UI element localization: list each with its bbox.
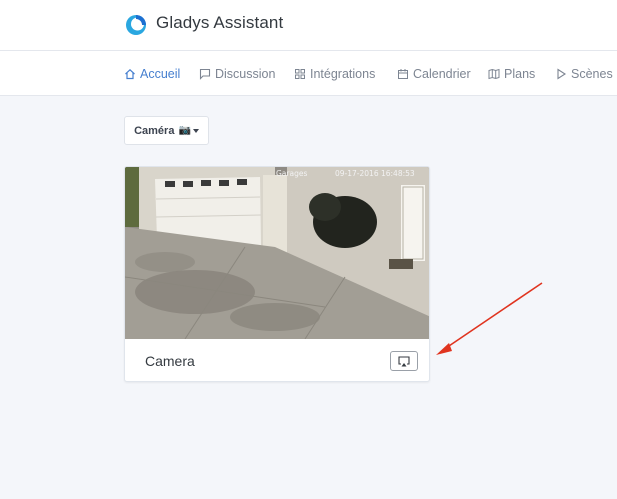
- nav-item-scenes[interactable]: Scènes: [555, 51, 613, 95]
- gladys-logo-icon: [126, 15, 146, 35]
- camera-dropdown-button[interactable]: Caméra 📷: [124, 116, 209, 145]
- main-navigation: Accueil Discussion Intégrations Calendri…: [0, 51, 617, 96]
- camera-dropdown-label: Caméra: [134, 124, 175, 137]
- airplay-button[interactable]: [390, 351, 418, 371]
- nav-label: Accueil: [140, 66, 181, 81]
- chat-icon: [199, 68, 211, 80]
- camera-timestamp-overlay: 09-17-2016 16:48:53: [335, 169, 415, 178]
- camera-feed-image[interactable]: [125, 167, 430, 339]
- camera-card: Garages 09-17-2016 16:48:53 Camera: [124, 166, 430, 382]
- nav-label: Intégrations: [310, 66, 376, 81]
- camera-card-title: Camera: [145, 353, 195, 369]
- nav-label: Discussion: [215, 66, 276, 81]
- nav-item-integrations[interactable]: Intégrations: [294, 51, 376, 95]
- nav-label: Scènes: [571, 66, 613, 81]
- nav-label: Calendrier: [413, 66, 471, 81]
- nav-item-plans[interactable]: Plans: [488, 51, 536, 95]
- home-icon: [125, 68, 135, 79]
- grid-icon: [295, 68, 305, 79]
- brand-name[interactable]: Gladys Assistant: [156, 13, 283, 33]
- caret-down-icon: [192, 128, 199, 133]
- calendar-icon: [398, 68, 408, 79]
- nav-label: Plans: [504, 66, 536, 81]
- map-icon: [488, 68, 500, 79]
- camera-emoji-icon: 📷: [178, 125, 191, 136]
- nav-item-accueil[interactable]: Accueil: [124, 51, 181, 95]
- nav-item-calendrier[interactable]: Calendrier: [397, 51, 471, 95]
- camera-location-overlay: Garages: [276, 169, 308, 178]
- airplay-icon: [398, 355, 410, 366]
- play-icon: [557, 67, 567, 80]
- nav-item-discussion[interactable]: Discussion: [199, 51, 276, 95]
- top-header: Gladys Assistant: [0, 0, 617, 51]
